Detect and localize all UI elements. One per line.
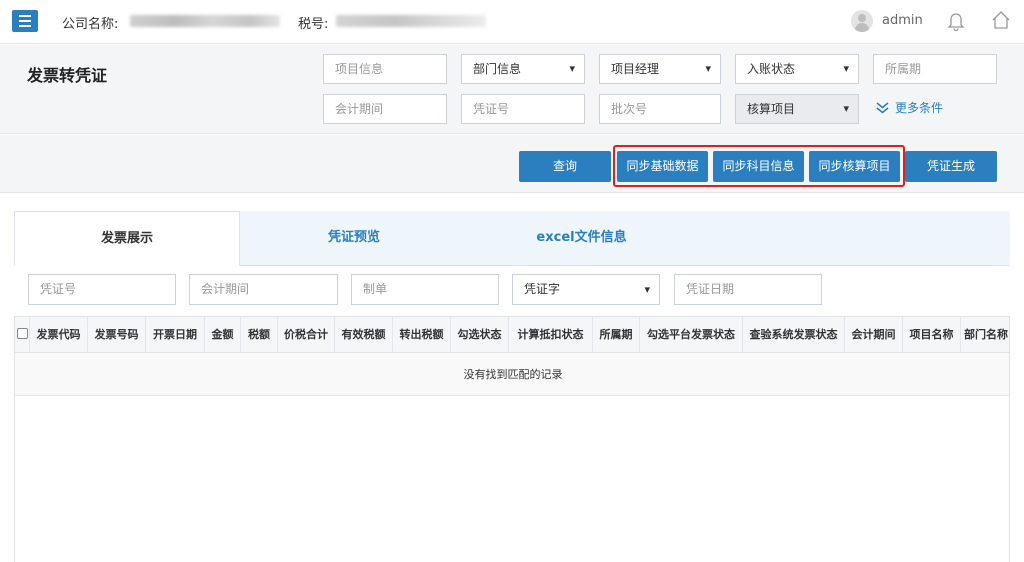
column-header[interactable]: 勾选平台发票状态: [640, 317, 743, 353]
select-all-checkbox[interactable]: [17, 328, 28, 339]
select-all-cell: [15, 317, 30, 353]
column-header[interactable]: 发票代码: [30, 317, 88, 353]
sub-preparer-input[interactable]: 制单: [351, 274, 499, 305]
company-name-value-redacted: [130, 15, 280, 27]
highlight-annotation: [613, 145, 905, 187]
column-header[interactable]: 会计期间: [845, 317, 903, 353]
column-header[interactable]: 项目名称: [903, 317, 961, 353]
project-info-input[interactable]: 项目信息: [323, 54, 447, 84]
query-button[interactable]: 查询: [519, 151, 611, 182]
page-title: 发票转凭证: [27, 66, 108, 85]
top-bar: 公司名称: 税号: admin: [0, 0, 1024, 44]
invoice-table: 发票代码 发票号码 开票日期 金额 税额 价税合计 有效税额 转出税额 勾选状态…: [14, 316, 1010, 562]
home-icon[interactable]: [991, 10, 1011, 30]
sub-accounting-period-input[interactable]: 会计期间: [189, 274, 338, 305]
posting-status-select[interactable]: 入账状态: [735, 54, 859, 84]
voucher-number-input[interactable]: 凭证号: [461, 94, 585, 124]
accounting-item-select[interactable]: 核算项目: [735, 94, 859, 124]
sub-voucher-date-input[interactable]: 凭证日期: [674, 274, 822, 305]
column-header[interactable]: 税额: [241, 317, 278, 353]
bell-icon[interactable]: [947, 11, 965, 31]
filter-panel: 发票转凭证 项目信息 部门信息 项目经理 入账状态 所属期 会计期间 凭证号 批…: [0, 45, 1024, 134]
double-chevron-down-icon: [876, 101, 889, 114]
tab-invoice-display[interactable]: 发票展示: [14, 211, 240, 266]
column-header[interactable]: 发票号码: [88, 317, 146, 353]
user-name[interactable]: admin: [882, 13, 923, 28]
sub-voucher-word-select[interactable]: 凭证字: [512, 274, 660, 305]
user-avatar[interactable]: [851, 10, 873, 32]
period-input[interactable]: 所属期: [873, 54, 997, 84]
tab-bar: 发票展示 凭证预览 excel文件信息: [14, 211, 1010, 266]
column-header[interactable]: 转出税额: [393, 317, 451, 353]
column-header[interactable]: 价税合计: [278, 317, 335, 353]
tab-excel-file-info[interactable]: excel文件信息: [504, 211, 659, 266]
accounting-period-input[interactable]: 会计期间: [323, 94, 447, 124]
generate-voucher-button[interactable]: 凭证生成: [905, 151, 997, 182]
table-header: 发票代码 发票号码 开票日期 金额 税额 价税合计 有效税额 转出税额 勾选状态…: [15, 317, 1009, 353]
column-header[interactable]: 勾选状态: [451, 317, 509, 353]
column-header[interactable]: 查验系统发票状态: [743, 317, 845, 353]
column-header[interactable]: 开票日期: [146, 317, 205, 353]
more-conditions-link[interactable]: 更多条件: [876, 99, 943, 116]
tab-voucher-preview[interactable]: 凭证预览: [274, 211, 434, 266]
column-header[interactable]: 金额: [205, 317, 241, 353]
tax-id-label: 税号:: [298, 17, 329, 32]
sub-voucher-number-input[interactable]: 凭证号: [28, 274, 176, 305]
project-manager-select[interactable]: 项目经理: [599, 54, 721, 84]
menu-toggle-button[interactable]: [12, 10, 38, 32]
column-header[interactable]: 部门名称: [961, 317, 1009, 353]
column-header[interactable]: 所属期: [593, 317, 640, 353]
column-header[interactable]: 计算抵扣状态: [509, 317, 593, 353]
column-header[interactable]: 有效税额: [335, 317, 393, 353]
more-conditions-label: 更多条件: [895, 101, 944, 115]
company-name-label: 公司名称:: [62, 17, 119, 32]
batch-number-input[interactable]: 批次号: [599, 94, 721, 124]
tax-id-value-redacted: [336, 15, 486, 27]
department-select[interactable]: 部门信息: [461, 54, 585, 84]
empty-table-message: 没有找到匹配的记录: [15, 353, 1009, 396]
